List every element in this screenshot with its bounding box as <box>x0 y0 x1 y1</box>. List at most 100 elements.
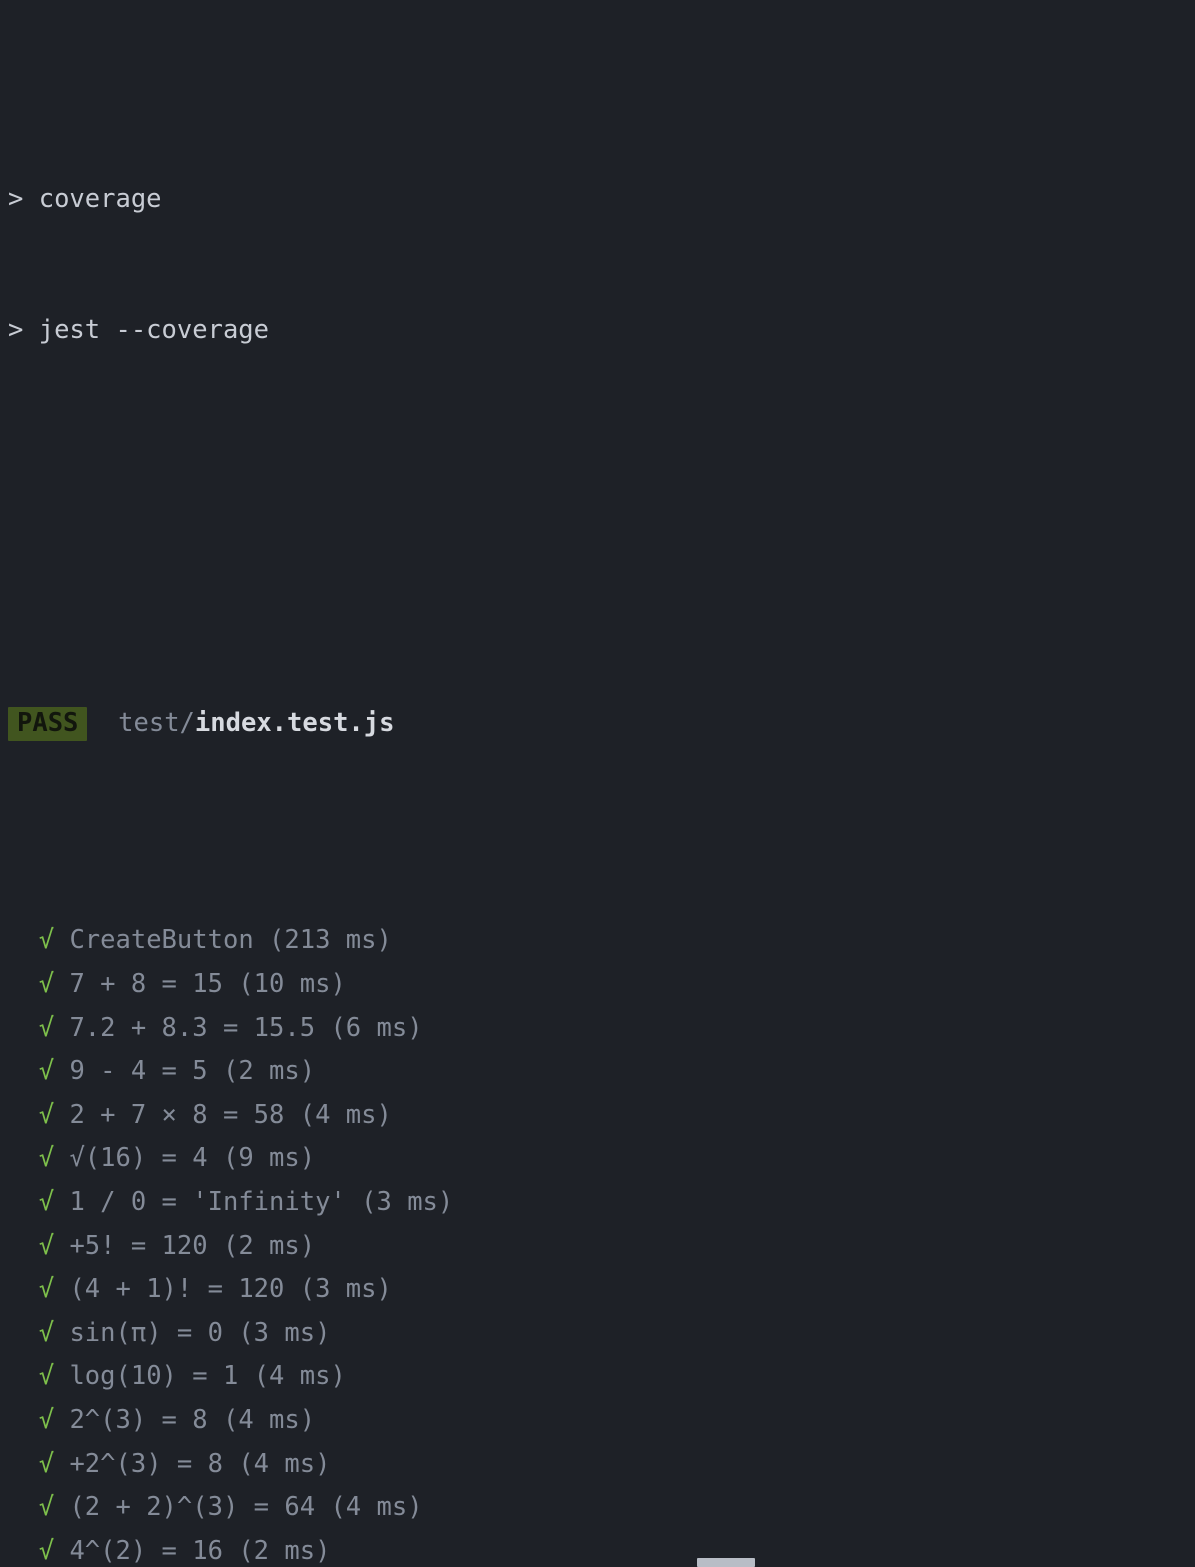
test-indent <box>8 1361 39 1391</box>
test-gap <box>54 1231 69 1261</box>
test-indent <box>8 1274 39 1304</box>
check-icon: √ <box>38 1361 55 1392</box>
suite-header: PASS test/index.test.js <box>0 702 1195 746</box>
terminal-output: > coverage > jest --coverage PASS test/i… <box>0 0 1195 1567</box>
test-gap <box>284 1274 299 1304</box>
test-duration: (4 ms) <box>238 1448 331 1479</box>
test-result-line: √ 9 - 4 = 5 (2 ms) <box>0 1050 1195 1094</box>
check-icon: √ <box>38 1405 55 1435</box>
check-icon: √ <box>38 1274 55 1305</box>
horizontal-scrollbar[interactable] <box>0 1558 1195 1567</box>
test-indent <box>8 1492 39 1522</box>
test-duration: (213 ms) <box>269 925 392 956</box>
test-gap <box>315 1492 330 1522</box>
check-icon: √ <box>38 925 55 956</box>
test-gap <box>254 925 269 955</box>
test-gap <box>223 1318 238 1348</box>
test-result-line: √ 1 / 0 = 'Infinity' (3 ms) <box>0 1181 1195 1225</box>
test-indent <box>8 1100 39 1130</box>
test-result-line: √ +5! = 120 (2 ms) <box>0 1225 1195 1269</box>
test-gap <box>54 1274 69 1304</box>
test-gap <box>346 1187 361 1217</box>
check-icon: √ <box>38 1187 55 1218</box>
scrollbar-thumb[interactable] <box>697 1558 755 1567</box>
test-gap <box>54 1449 69 1479</box>
test-duration: (4 ms) <box>299 1099 392 1130</box>
test-indent <box>8 1405 39 1435</box>
test-gap <box>54 1318 69 1348</box>
test-indent <box>8 1013 39 1043</box>
test-gap <box>223 1449 238 1479</box>
check-icon: √ <box>38 1056 55 1087</box>
test-gap <box>54 1361 69 1391</box>
test-name: 7 + 8 = 15 <box>69 969 223 1000</box>
test-result-line: √ CreateButton (213 ms) <box>0 919 1195 963</box>
test-indent <box>8 925 39 955</box>
test-name: (4 + 1)! = 120 <box>69 1274 285 1305</box>
test-result-line: √ log(10) = 1 (4 ms) <box>0 1355 1195 1399</box>
test-indent <box>8 1056 39 1086</box>
test-duration: (6 ms) <box>330 1012 423 1043</box>
test-result-line: √ 7.2 + 8.3 = 15.5 (6 ms) <box>0 1007 1195 1051</box>
test-gap <box>208 1056 223 1086</box>
test-gap <box>284 1100 299 1130</box>
test-gap <box>54 1187 69 1217</box>
test-name: CreateButton <box>69 925 254 956</box>
test-name: log(10) = 1 <box>69 1361 239 1392</box>
command-line: > jest --coverage <box>0 309 1195 353</box>
test-name: 1 / 0 = 'Infinity' <box>69 1187 346 1218</box>
suite-file-name: index.test.js <box>194 707 395 738</box>
prompt-symbol: > <box>8 184 39 215</box>
test-result-line: √ 2^(3) = 8 (4 ms) <box>0 1399 1195 1443</box>
test-gap <box>54 1143 69 1173</box>
test-gap <box>208 1405 223 1435</box>
test-gap <box>54 1405 69 1435</box>
test-name: √(16) = 4 <box>69 1143 208 1174</box>
test-name: 9 - 4 = 5 <box>69 1056 208 1087</box>
test-result-line: √ (2 + 2)^(3) = 64 (4 ms) <box>0 1486 1195 1530</box>
test-result-line: √ +2^(3) = 8 (4 ms) <box>0 1443 1195 1487</box>
command-text: jest --coverage <box>38 315 270 346</box>
test-indent <box>8 969 39 999</box>
test-result-line: √ (4 + 1)! = 120 (3 ms) <box>0 1268 1195 1312</box>
test-indent <box>8 1231 39 1261</box>
test-duration: (10 ms) <box>238 969 346 1000</box>
test-result-line: √ 7 + 8 = 15 (10 ms) <box>0 963 1195 1007</box>
test-list: √ CreateButton (213 ms) √ 7 + 8 = 15 (10… <box>0 919 1195 1567</box>
test-gap <box>54 1492 69 1522</box>
test-gap <box>54 1100 69 1130</box>
test-indent <box>8 1187 39 1217</box>
test-name: 2 + 7 × 8 = 58 <box>69 1099 285 1130</box>
test-duration: (9 ms) <box>222 1143 316 1174</box>
test-gap <box>54 925 69 955</box>
command-line: > coverage <box>0 178 1195 222</box>
test-gap <box>315 1013 330 1043</box>
suite-path: test/ <box>118 707 195 738</box>
check-icon: √ <box>38 1143 55 1174</box>
check-icon: √ <box>38 1317 55 1348</box>
suite-path-prefix <box>87 708 118 738</box>
test-name: +2^(3) = 8 <box>69 1448 223 1479</box>
test-name: +5! = 120 <box>69 1230 208 1261</box>
test-result-line: √ √(16) = 4 (9 ms) <box>0 1137 1195 1181</box>
prompt-symbol: > <box>8 315 39 346</box>
test-indent <box>8 1143 39 1173</box>
test-result-line: √ sin(π) = 0 (3 ms) <box>0 1312 1195 1356</box>
test-gap <box>54 969 69 999</box>
test-name: 2^(3) = 8 <box>69 1405 208 1435</box>
test-duration: (3 ms) <box>238 1317 331 1348</box>
test-name: 7.2 + 8.3 = 15.5 <box>69 1012 316 1043</box>
check-icon: √ <box>38 969 55 1000</box>
status-badge: PASS <box>8 706 88 741</box>
test-gap <box>54 1056 69 1086</box>
test-gap <box>238 1361 253 1391</box>
test-result-line: √ 2 + 7 × 8 = 58 (4 ms) <box>0 1094 1195 1138</box>
check-icon: √ <box>38 1492 55 1523</box>
test-indent <box>8 1318 39 1348</box>
check-icon: √ <box>38 1448 55 1479</box>
test-duration: (2 ms) <box>222 1056 316 1087</box>
test-gap <box>208 1143 223 1173</box>
test-duration: (3 ms) <box>361 1187 454 1218</box>
test-name: (2 + 2)^(3) = 64 <box>69 1492 316 1523</box>
